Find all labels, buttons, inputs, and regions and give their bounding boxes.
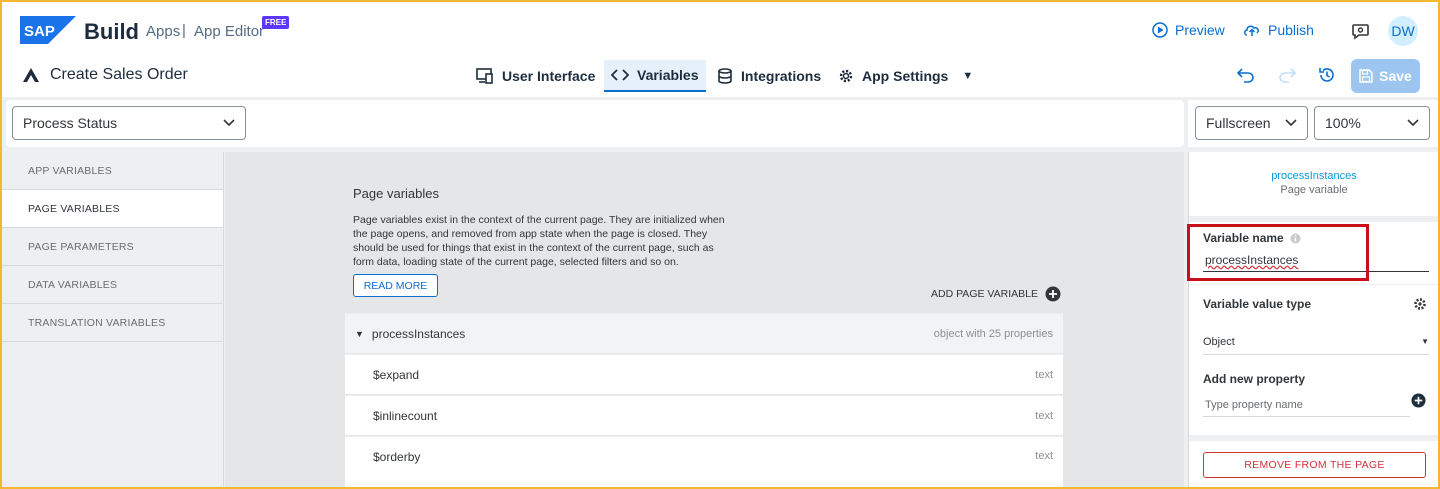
sap-logo: SAP (20, 16, 76, 44)
preview-label: Preview (1175, 22, 1225, 38)
page-selector-bar: Process Status (6, 100, 1184, 147)
page-variables-title: Page variables (353, 186, 439, 201)
user-avatar[interactable]: DW (1388, 16, 1418, 46)
zoom-select-value: 100% (1325, 115, 1361, 131)
value-type-value: Object (1203, 335, 1235, 348)
variable-type: object with 25 properties (933, 327, 1053, 340)
save-label: Save (1379, 68, 1412, 84)
publish-label: Publish (1268, 22, 1314, 38)
database-icon (718, 68, 732, 84)
tab-integrations[interactable]: Integrations (710, 60, 828, 92)
property-name: $orderby (373, 450, 421, 464)
property-type: text (1035, 368, 1053, 381)
free-badge: FREE (262, 16, 290, 29)
tab-label: Variables (637, 67, 699, 83)
tab-app-settings[interactable]: App Settings ▼ (831, 60, 980, 92)
property-type: text (1035, 409, 1053, 422)
zoom-select[interactable]: 100% (1314, 106, 1430, 140)
preview-button[interactable]: Preview (1152, 22, 1225, 38)
property-name-placeholder: Type property name (1205, 398, 1303, 411)
brand-apps: Apps (146, 23, 181, 40)
gear-icon (839, 69, 853, 83)
layout-select[interactable]: Fullscreen (1195, 106, 1308, 140)
feedback-icon[interactable] (1351, 21, 1371, 41)
nav-item-translation-variables[interactable]: TRANSLATION VARIABLES (2, 304, 223, 342)
caret-down-icon: ▼ (1421, 337, 1429, 346)
app-logo-icon (23, 68, 39, 82)
value-type-label: Variable value type (1203, 297, 1312, 311)
property-name-input[interactable]: Type property name (1203, 393, 1410, 417)
cloud-upload-icon (1244, 25, 1259, 36)
tab-user-interface[interactable]: User Interface (469, 60, 602, 92)
tab-label: User Interface (502, 68, 596, 84)
variables-main: Page variables Page variables exist in t… (225, 152, 1184, 487)
property-row[interactable]: $orderby text (345, 436, 1063, 487)
save-button[interactable]: Save (1351, 59, 1420, 93)
publish-button[interactable]: Publish (1243, 22, 1314, 38)
value-type-section: Variable value type Object ▼ Add new pro… (1189, 285, 1438, 435)
variable-row[interactable]: ▼ processInstances object with 25 proper… (345, 313, 1063, 353)
panel-variable-kind: Page variable (1280, 184, 1348, 196)
read-more-button[interactable]: READ MORE (353, 274, 438, 297)
remove-from-page-button[interactable]: REMOVE FROM THE PAGE (1203, 452, 1426, 478)
brand-name: Build (84, 19, 139, 44)
brand-separator: | (182, 22, 186, 39)
add-page-variable-label: ADD PAGE VARIABLE (931, 288, 1038, 300)
add-property-label: Add new property (1203, 372, 1306, 386)
chevron-down-icon (223, 119, 235, 127)
brand-app-editor: App Editor (194, 23, 265, 40)
svg-text:SAP: SAP (24, 23, 55, 40)
property-row[interactable]: $expand text (345, 354, 1063, 394)
redo-icon[interactable] (1278, 66, 1296, 84)
layout-select-value: Fullscreen (1206, 115, 1271, 131)
remove-section: REMOVE FROM THE PAGE (1189, 441, 1438, 487)
variable-name-wrap: ▼ processInstances (355, 327, 465, 341)
app-title: Create Sales Order (22, 66, 188, 84)
add-page-variable-button[interactable]: ADD PAGE VARIABLE (931, 286, 1061, 302)
nav-item-app-variables[interactable]: APP VARIABLES (2, 152, 223, 190)
caret-down-icon[interactable]: ▼ (355, 329, 364, 339)
property-row[interactable]: $inlinecount text (345, 395, 1063, 435)
view-selector-bar: Fullscreen 100% (1188, 100, 1438, 147)
page-variables-description: Page variables exist in the context of t… (353, 214, 725, 268)
variable-name: processInstances (371, 326, 466, 341)
panel-variable-name: processInstances (1271, 170, 1357, 182)
nav-item-data-variables[interactable]: DATA VARIABLES (2, 266, 223, 304)
shell-bar: SAP Build Apps | App Editor FREE Preview… (2, 2, 1438, 97)
chevron-down-icon (1407, 119, 1419, 127)
history-icon[interactable] (1318, 66, 1336, 84)
highlight-box (1187, 224, 1369, 281)
tab-variables[interactable]: Variables (604, 60, 706, 92)
panel-header: processInstances Page variable (1189, 152, 1438, 216)
add-circle-icon (1045, 286, 1061, 302)
nav-item-page-parameters[interactable]: PAGE PARAMETERS (2, 228, 223, 266)
tab-label: Integrations (741, 68, 822, 84)
chevron-down-icon (1285, 119, 1297, 127)
property-name: $inlinecount (373, 408, 438, 423)
page-select[interactable]: Process Status (12, 106, 246, 140)
value-type-select[interactable]: Object ▼ (1203, 329, 1429, 355)
add-circle-icon[interactable] (1411, 393, 1426, 408)
property-name: $expand (373, 367, 420, 382)
tab-label: App Settings (862, 68, 949, 84)
device-icon (476, 68, 493, 84)
app-name: Create Sales Order (50, 66, 188, 83)
nav-item-page-variables[interactable]: PAGE VARIABLES (2, 190, 223, 228)
settings-icon[interactable] (1413, 297, 1427, 311)
code-icon (611, 69, 629, 81)
properties-panel: processInstances Page variable Variable … (1188, 152, 1438, 487)
save-icon (1359, 69, 1373, 83)
page-select-value: Process Status (23, 115, 118, 131)
property-type: text (1035, 450, 1053, 462)
variables-nav: APP VARIABLES PAGE VARIABLES PAGE PARAME… (2, 152, 224, 487)
undo-icon[interactable] (1237, 66, 1255, 84)
play-circle-icon (1152, 22, 1168, 38)
caret-down-icon: ▼ (962, 70, 974, 82)
